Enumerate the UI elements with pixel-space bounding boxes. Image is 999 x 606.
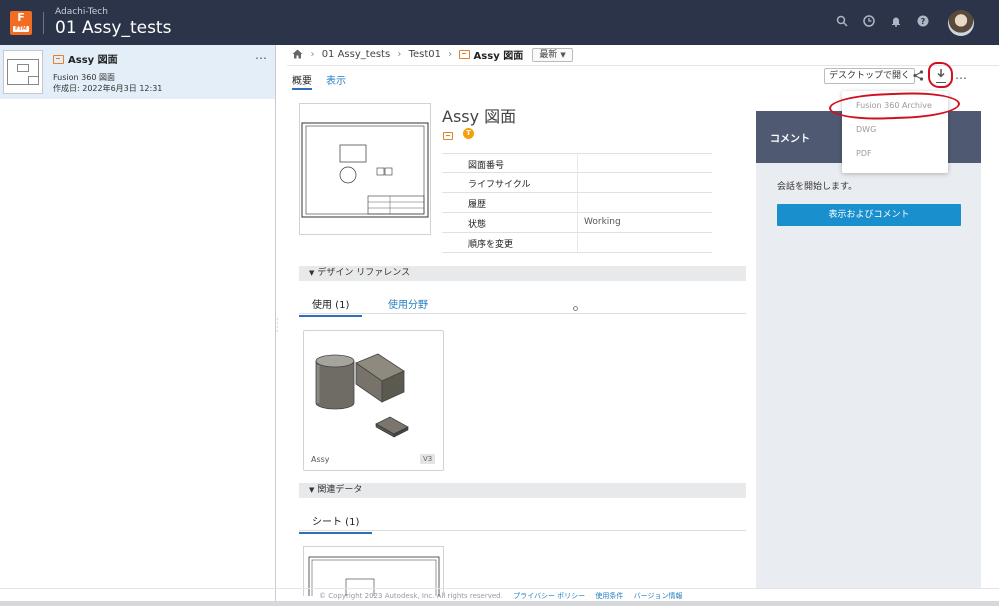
reference-card[interactable]: Assy V3 (303, 330, 444, 471)
svg-text:?: ? (921, 17, 926, 26)
comments-panel: コメント 会話を開始します。 表示およびコメント (756, 111, 981, 589)
version-badge: V3 (420, 454, 436, 464)
file-thumbnail (3, 50, 43, 94)
file-more-menu-button[interactable]: … (255, 48, 268, 62)
top-bar: F FTM Adachi-Tech 01 Assy_tests ? (0, 0, 999, 45)
team-name: Adachi-Tech (55, 7, 108, 17)
bell-icon[interactable] (889, 15, 903, 29)
share-icon[interactable] (913, 70, 924, 84)
property-row: ライフサイクル (442, 173, 712, 193)
property-row: 履歴 (442, 193, 712, 213)
assembly-thumbnail (315, 353, 409, 438)
property-row: 状態 Working (442, 213, 712, 233)
divider (287, 65, 999, 66)
version-info-link[interactable]: バージョン情報 (634, 592, 683, 600)
drawing-icon (53, 55, 64, 64)
chevron-right-icon: › (448, 49, 453, 60)
annotation-circle (928, 62, 953, 88)
property-row: 順序を変更 (442, 233, 712, 253)
drawing-icon (443, 132, 453, 140)
properties-table: 図面番号 ライフサイクル 履歴 状態 Working 順序を変更 (442, 153, 712, 253)
chevron-right-icon: › (310, 49, 315, 60)
chevron-down-icon: ▼ (560, 50, 566, 59)
copyright: © Copyright 2023 Autodesk, Inc. All righ… (319, 592, 503, 600)
open-in-desktop-button[interactable]: デスクトップで開く (824, 68, 916, 84)
chevron-right-icon: › (397, 49, 402, 60)
reference-name: Assy (311, 455, 330, 464)
drawing-thumbnail[interactable] (299, 103, 431, 235)
header-divider (43, 12, 44, 34)
divider (0, 588, 999, 589)
file-created-date: 作成日: 2022年6月3日 12:31 (53, 84, 163, 93)
search-icon[interactable] (835, 15, 849, 29)
download-menu-item-dwg[interactable]: DWG (856, 125, 876, 134)
panel-resize-handle[interactable]: · · · · (276, 316, 279, 336)
tab-used-in[interactable]: 使用分野 (388, 296, 428, 311)
app-logo[interactable]: F FTM (10, 11, 32, 35)
related-data-section[interactable]: ▼ 関連データ (299, 483, 746, 498)
document-title: Assy 図面 (442, 107, 517, 126)
file-list-item[interactable]: Assy 図面 … Fusion 360 図面 作成日: 2022年6月3日 1… (0, 45, 275, 99)
file-name: Assy 図面 (68, 55, 118, 66)
project-title[interactable]: 01 Assy_tests (55, 18, 171, 38)
design-references-section[interactable]: ▼ デザイン リファレンス (299, 266, 746, 281)
loading-indicator (573, 306, 578, 311)
help-icon[interactable]: ? (916, 15, 930, 29)
tab-overview[interactable]: 概要 (292, 72, 312, 90)
version-select[interactable]: 最新 ▼ (532, 47, 573, 62)
more-actions-button[interactable]: … (955, 68, 968, 82)
tab-view[interactable]: 表示 (326, 72, 346, 87)
property-row: 図面番号 (442, 153, 712, 173)
breadcrumb-current: Assy 図面 (473, 51, 524, 62)
home-icon[interactable] (292, 48, 307, 61)
avatar[interactable] (948, 10, 974, 36)
breadcrumb-project[interactable]: 01 Assy_tests (322, 49, 391, 60)
file-list-panel: Assy 図面 … Fusion 360 図面 作成日: 2022年6月3日 1… (0, 45, 276, 606)
view-and-comment-button[interactable]: 表示およびコメント (777, 204, 961, 226)
related-data-tabs: シート (1) (299, 507, 746, 534)
tab-sheets[interactable]: シート (1) (299, 513, 373, 534)
triangle-down-icon: ▼ (309, 486, 315, 494)
drawing-icon (459, 50, 471, 59)
breadcrumb: › 01 Assy_tests › Test01 › Assy 図面 最新 ▼ (292, 47, 573, 63)
terms-link[interactable]: 使用条件 (595, 592, 623, 600)
privacy-link[interactable]: プライバシー ポリシー (513, 592, 585, 600)
file-type: Fusion 360 図面 (53, 73, 115, 82)
tab-uses[interactable]: 使用 (1) (299, 296, 363, 317)
window-bottom-edge (0, 601, 999, 606)
status-badge: T (463, 128, 474, 139)
breadcrumb-folder[interactable]: Test01 (409, 49, 441, 60)
download-menu-item-pdf[interactable]: PDF (856, 149, 872, 158)
triangle-down-icon: ▼ (309, 269, 315, 277)
comments-empty-text: 会話を開始します。 (777, 182, 858, 192)
footer: © Copyright 2023 Autodesk, Inc. All righ… (319, 591, 683, 601)
clock-icon[interactable] (862, 15, 876, 29)
design-refs-tabs: 使用 (1) 使用分野 (299, 290, 746, 317)
